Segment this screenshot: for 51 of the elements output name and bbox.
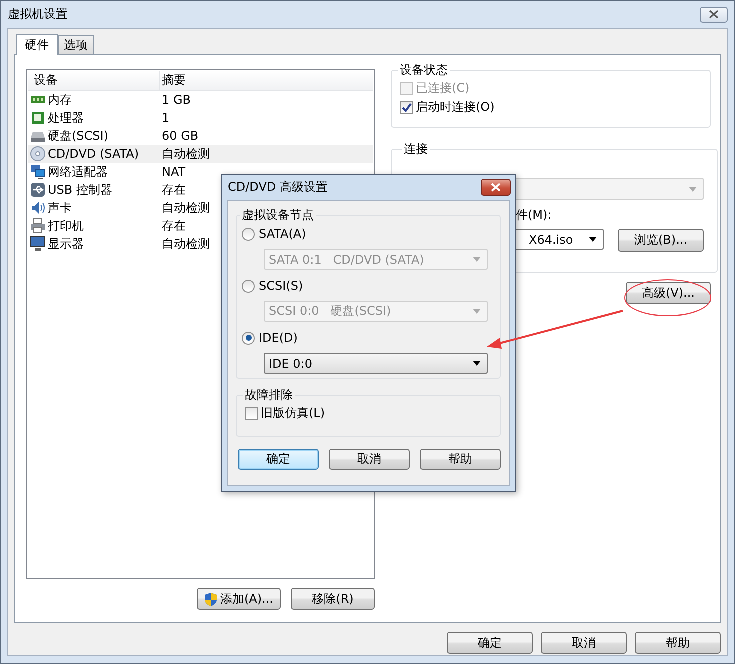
- device-name: 硬盘(SCSI): [48, 128, 109, 144]
- device-button[interactable]: 添加(A)...: [197, 588, 281, 610]
- device-name: USB 控制器: [48, 182, 112, 198]
- device-row[interactable]: CD/DVD (SATA) 自动检测: [28, 145, 373, 163]
- device-name: 显示器: [48, 236, 84, 252]
- footer-button[interactable]: 确定: [447, 632, 533, 654]
- device-row[interactable]: 网络适配器 NAT: [28, 163, 373, 181]
- tab[interactable]: 硬件: [16, 34, 58, 55]
- radio-label: SCSI(S): [259, 279, 304, 293]
- group-title: 故障排除: [244, 387, 294, 404]
- device-summary: NAT: [161, 165, 186, 179]
- group-title: 设备状态: [399, 62, 449, 79]
- group-title: 连接: [403, 141, 429, 158]
- device-summary: 1: [161, 111, 170, 125]
- device-summary: 60 GB: [161, 129, 199, 143]
- dialog-button[interactable]: 帮助: [420, 449, 501, 470]
- device-name: CD/DVD (SATA): [48, 147, 140, 161]
- device-summary: 自动检测: [161, 146, 210, 162]
- device-name: 声卡: [48, 200, 72, 216]
- device-button[interactable]: 移除(R): [291, 588, 375, 610]
- dialog-button[interactable]: 确定: [238, 449, 319, 470]
- tab[interactable]: 选项: [58, 35, 94, 54]
- device-summary: 存在: [161, 182, 186, 198]
- device-name: 处理器: [48, 110, 84, 126]
- checkbox-label: 已连接(C): [416, 80, 470, 97]
- device-name: 打印机: [48, 218, 84, 234]
- window-title: 虚拟机设置: [8, 6, 68, 23]
- device-row[interactable]: 内存 1 GB: [28, 91, 373, 109]
- device-summary: 自动检测: [161, 236, 210, 252]
- browse-button[interactable]: 浏览(B)...: [618, 229, 704, 252]
- footer-button[interactable]: 帮助: [635, 632, 721, 654]
- radio-label: IDE(D): [259, 331, 298, 345]
- dropdown[interactable]: IDE 0:0: [264, 353, 488, 374]
- field-label: 件(M):: [516, 207, 552, 224]
- device-summary: 1 GB: [161, 93, 191, 107]
- device-row[interactable]: 处理器 1: [28, 109, 373, 127]
- device-summary: 存在: [161, 218, 186, 234]
- advanced-button[interactable]: 高级(V)...: [626, 282, 711, 304]
- radio-label: SATA(A): [259, 227, 306, 241]
- footer-button[interactable]: 取消: [541, 632, 627, 654]
- dialog-button[interactable]: 取消: [329, 449, 410, 470]
- column-header[interactable]: 摘要: [160, 71, 186, 90]
- dialog-title: CD/DVD 高级设置: [228, 179, 328, 196]
- group-title: 虚拟设备节点: [241, 207, 315, 224]
- device-name: 内存: [48, 92, 72, 108]
- column-header[interactable]: 设备: [28, 71, 160, 90]
- device-summary: 自动检测: [161, 200, 210, 216]
- checkbox-label: 启动时连接(O): [416, 99, 495, 116]
- device-row[interactable]: 硬盘(SCSI) 60 GB: [28, 127, 373, 145]
- checkbox-label: 旧版仿真(L): [261, 405, 326, 422]
- device-name: 网络适配器: [48, 164, 108, 180]
